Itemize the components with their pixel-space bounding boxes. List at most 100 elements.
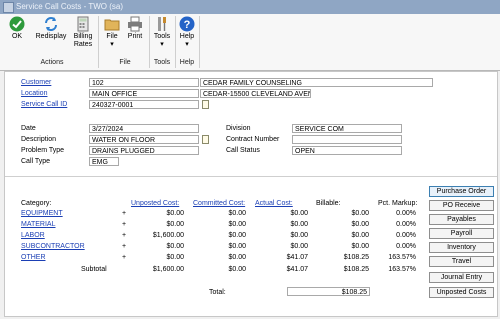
location-name-field: CEDAR-15500 CLEVELAND AVENUE	[200, 89, 311, 98]
app-icon	[3, 2, 14, 13]
committed-cost-cell: $0.00	[228, 243, 246, 250]
group-file-label: File	[119, 59, 131, 66]
printer-icon	[128, 16, 142, 32]
calculator-icon	[77, 16, 89, 32]
committed-cost-cell: $0.00	[228, 221, 246, 228]
file-menu-button[interactable]: File ▾	[102, 16, 122, 49]
billable-cell: $108.25	[343, 254, 369, 261]
redisplay-label: Redisplay	[35, 33, 67, 40]
purchase-order-button[interactable]: Purchase Order	[429, 186, 494, 197]
total-field: $108.25	[287, 287, 370, 296]
print-button[interactable]: Print	[124, 16, 146, 41]
service-call-id-field[interactable]: 240327-0001	[89, 100, 199, 109]
billable-cell: $0.00	[351, 210, 369, 217]
subtotal-committed: $0.00	[228, 266, 246, 273]
note-icon[interactable]	[202, 135, 209, 144]
category-link-material[interactable]: MATERIAL	[21, 221, 56, 228]
problem-type-label: Problem Type	[21, 147, 65, 154]
chevron-down-icon: ▾	[185, 41, 189, 48]
committed-cost-cell: $0.00	[228, 254, 246, 261]
location-id-field[interactable]: MAIN OFFICE	[89, 89, 199, 98]
journal-entry-button[interactable]: Journal Entry	[429, 272, 494, 283]
billing-label-1: Billing	[73, 33, 93, 40]
description-field: WATER ON FLOOR	[89, 135, 199, 144]
redisplay-button[interactable]: Redisplay	[34, 16, 68, 41]
ribbon-separator	[98, 16, 99, 68]
inventory-button[interactable]: Inventory	[429, 242, 494, 253]
service-call-id-link[interactable]: Service Call ID	[21, 101, 67, 108]
billable-cell: $0.00	[351, 221, 369, 228]
plus-marker: +	[122, 254, 127, 261]
ribbon-separator	[149, 16, 150, 68]
customer-id-field[interactable]: 102	[89, 78, 199, 87]
ok-button[interactable]: OK	[6, 16, 28, 41]
total-label: Total:	[209, 289, 226, 296]
payables-button[interactable]: Payables	[429, 214, 494, 225]
unposted-cost-header[interactable]: Unposted Cost:	[131, 200, 179, 207]
billable-header: Billable:	[316, 200, 341, 207]
actual-cost-cell: $0.00	[290, 243, 308, 250]
call-type-field: EMG	[89, 157, 119, 166]
unposted-cost-cell: $0.00	[166, 210, 184, 217]
payroll-button[interactable]: Payroll	[429, 228, 494, 239]
help-icon: ?	[179, 16, 195, 32]
pct-markup-cell: 0.00%	[396, 210, 416, 217]
actual-cost-cell: $41.07	[286, 254, 308, 261]
pct-markup-cell: 163.57%	[388, 254, 416, 261]
division-field: SERVICE COM	[292, 124, 402, 133]
po-receive-button[interactable]: PO Receive	[429, 200, 494, 211]
billable-cell: $0.00	[351, 232, 369, 239]
customer-name-field: CEDAR FAMILY COUNSELING	[200, 78, 433, 87]
plus-marker: +	[122, 232, 127, 239]
actual-cost-header[interactable]: Actual Cost:	[255, 200, 293, 207]
ribbon-separator	[199, 16, 200, 68]
pct-markup-cell: 0.00%	[396, 243, 416, 250]
subtotal-billable: $108.25	[343, 266, 369, 273]
help-menu-button[interactable]: ? Help ▾	[177, 16, 197, 49]
pct-markup-cell: 0.00%	[396, 232, 416, 239]
subtotal-actual: $41.07	[286, 266, 308, 273]
call-status-label: Call Status	[226, 147, 260, 154]
tools-label: Tools	[153, 33, 171, 40]
pct-markup-header: Pct. Markup:	[378, 200, 418, 207]
group-tools-label: Tools	[153, 59, 171, 66]
committed-cost-header[interactable]: Committed Cost:	[193, 200, 245, 207]
group-help-label: Help	[179, 59, 195, 66]
committed-cost-cell: $0.00	[228, 210, 246, 217]
unposted-cost-cell: $0.00	[166, 221, 184, 228]
title-bar: Service Call Costs - TWO (sa)	[0, 0, 500, 14]
billing-rates-button[interactable]: Billing Rates	[70, 16, 96, 49]
service-call-costs-form: Customer 102 CEDAR FAMILY COUNSELING Loc…	[4, 71, 498, 317]
tools-menu-button[interactable]: Tools ▾	[151, 16, 173, 49]
category-link-equipment[interactable]: EQUIPMENT	[21, 210, 63, 217]
plus-marker: +	[122, 210, 127, 217]
subtotal-unposted: $1,600.00	[152, 266, 184, 273]
category-link-other[interactable]: OTHER	[21, 254, 46, 261]
folder-icon	[104, 19, 120, 31]
customer-link[interactable]: Customer	[21, 79, 51, 86]
division-label: Division	[226, 125, 251, 132]
file-label: File	[106, 33, 118, 40]
travel-button[interactable]: Travel	[429, 256, 494, 267]
subtotal-pct-markup: 163.57%	[388, 266, 416, 273]
ribbon-separator	[175, 16, 176, 68]
window-title: Service Call Costs - TWO (sa)	[16, 2, 123, 11]
category-header: Category:	[21, 200, 52, 207]
date-label: Date	[21, 125, 36, 132]
unposted-cost-cell: $0.00	[166, 254, 184, 261]
call-type-label: Call Type	[21, 158, 51, 165]
note-icon[interactable]	[202, 100, 209, 109]
location-link[interactable]: Location	[21, 90, 47, 97]
category-link-subcontractor[interactable]: SUBCONTRACTOR	[21, 243, 85, 250]
category-link-labor[interactable]: LABOR	[21, 232, 45, 239]
call-status-field: OPEN	[292, 146, 402, 155]
svg-text:?: ?	[184, 19, 191, 31]
date-field: 3/27/2024	[89, 124, 199, 133]
unposted-costs-button[interactable]: Unposted Costs	[429, 287, 494, 298]
divider	[5, 176, 497, 177]
description-label: Description	[21, 136, 57, 143]
ribbon-toolbar: OK Redisplay Billing Rates Actions File ▾…	[0, 14, 500, 71]
plus-marker: +	[122, 221, 127, 228]
subtotal-label: Subtotal	[81, 266, 107, 273]
ok-label: OK	[11, 33, 23, 40]
